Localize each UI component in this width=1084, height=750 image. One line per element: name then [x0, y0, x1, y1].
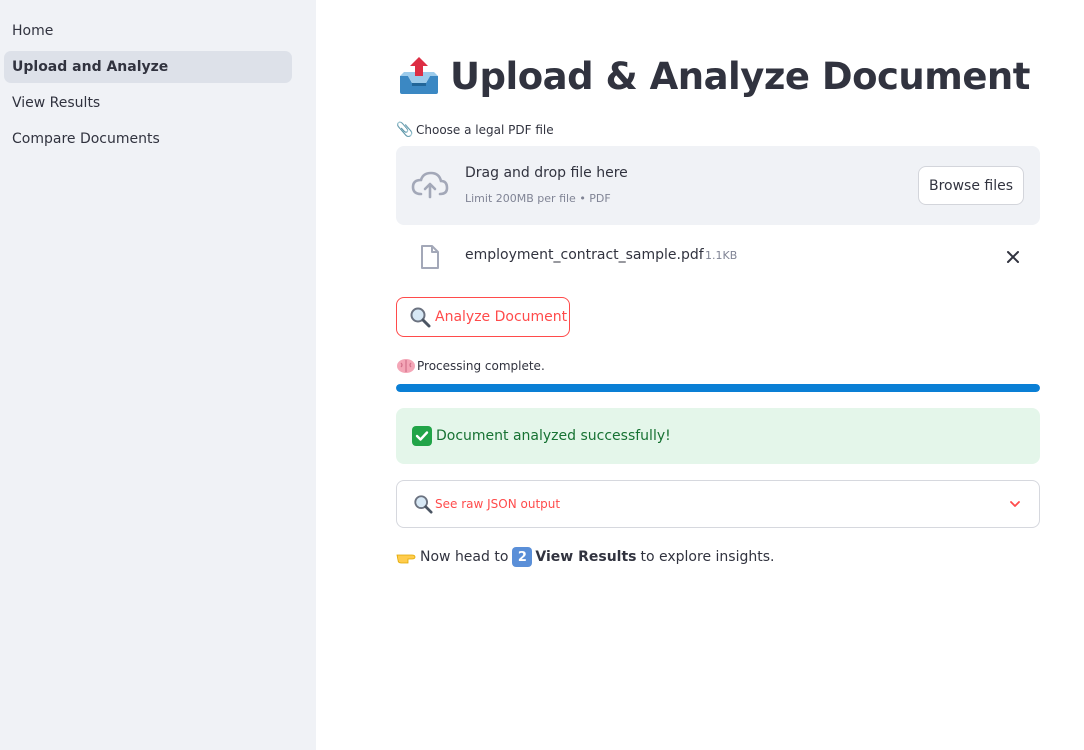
sidebar-item-upload-and-analyze[interactable]: Upload and Analyze — [4, 51, 292, 83]
dropzone-instructions: Drag and drop file here — [465, 165, 628, 181]
number-two-icon: 2 — [512, 547, 533, 567]
progress-status: Processing complete. — [396, 356, 545, 376]
sidebar-item-home[interactable]: Home — [4, 15, 292, 47]
sidebar-item-label: Compare Documents — [12, 131, 160, 147]
sidebar-nav: Home Upload and Analyze View Results Com… — [4, 15, 292, 159]
analyze-document-label: Analyze Document — [435, 309, 568, 325]
sidebar-item-compare-documents[interactable]: Compare Documents — [4, 123, 292, 155]
raw-json-expander[interactable]: See raw JSON output — [396, 480, 1040, 528]
progress-text: Processing complete. — [417, 359, 545, 373]
sidebar-item-label: View Results — [12, 95, 101, 111]
uploaded-file: employment_contract_sample.pdf 1.1KB — [396, 238, 1040, 276]
magnifier-icon — [410, 307, 431, 328]
next-step-hint: Now head to 2 View Results to explore in… — [396, 545, 774, 569]
file-size: 1.1KB — [705, 249, 738, 262]
hint-suffix: to explore insights. — [640, 549, 775, 565]
sidebar-item-view-results[interactable]: View Results — [4, 87, 292, 119]
success-alert: Document analyzed successfully! — [396, 408, 1040, 464]
hint-bold: View Results — [535, 549, 637, 565]
progress-bar — [396, 384, 1040, 392]
check-mark-icon — [412, 426, 432, 446]
main-area: Upload & Analyze Document 📎 Choose a leg… — [316, 0, 1084, 750]
file-dropzone[interactable]: Drag and drop file here Limit 200MB per … — [396, 146, 1040, 225]
analyze-document-button[interactable]: Analyze Document — [396, 297, 570, 337]
paperclip-icon: 📎 — [396, 122, 414, 138]
expander-label: See raw JSON output — [435, 497, 561, 511]
progress-bar-fill — [396, 384, 1040, 392]
magnifier-icon — [414, 495, 433, 514]
chevron-down-icon — [1010, 501, 1020, 507]
hint-prefix: Now head to — [420, 549, 509, 565]
file-icon — [421, 245, 439, 269]
page-title-text: Upload & Analyze Document — [450, 54, 1030, 98]
pointing-hand-icon — [396, 554, 416, 564]
outbox-tray-icon — [400, 57, 438, 94]
file-name: employment_contract_sample.pdf — [465, 247, 704, 263]
sidebar-item-label: Upload and Analyze — [12, 59, 169, 75]
cloud-upload-icon — [411, 171, 449, 199]
dropzone-limit: Limit 200MB per file • PDF — [465, 192, 611, 205]
brain-icon — [397, 359, 415, 373]
sidebar: Home Upload and Analyze View Results Com… — [0, 0, 316, 750]
uploader-label-text: Choose a legal PDF file — [416, 123, 554, 137]
sidebar-item-label: Home — [12, 23, 54, 39]
browse-files-button[interactable]: Browse files — [918, 166, 1024, 205]
success-message: Document analyzed successfully! — [436, 428, 671, 444]
page-title: Upload & Analyze Document — [396, 50, 1030, 102]
close-icon[interactable] — [1002, 246, 1024, 268]
uploader-label: 📎 Choose a legal PDF file — [396, 120, 554, 140]
